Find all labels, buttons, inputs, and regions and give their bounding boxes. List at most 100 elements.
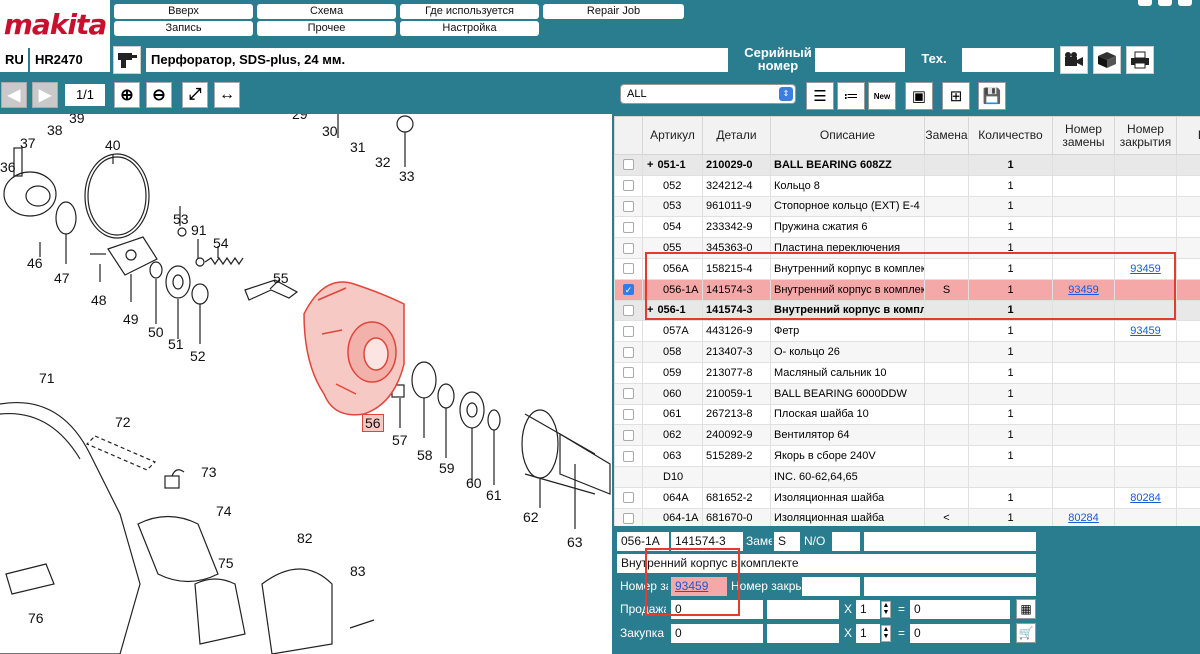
checkbox-cell[interactable] <box>614 195 643 218</box>
more-cell[interactable] <box>1176 320 1200 343</box>
drill-icon[interactable] <box>113 46 141 74</box>
table-row[interactable]: 053 961011-9 Стопорное кольцо (EXT) E-4 1 <box>614 195 1200 218</box>
col-header-part[interactable]: Детали <box>702 116 771 155</box>
col-header-more[interactable]: Пр <box>1176 116 1200 155</box>
replacement-no-cell[interactable] <box>1052 320 1115 343</box>
replacement-no-cell[interactable]: 80284 <box>1052 507 1115 526</box>
more-cell[interactable] <box>1176 257 1200 280</box>
col-header-closing-no[interactable]: Номер закрытия <box>1114 116 1177 155</box>
menu-other-button[interactable]: Прочее <box>257 21 396 36</box>
window-control-icon[interactable] <box>1138 0 1152 6</box>
zoom-out-button[interactable]: ⊖ <box>146 82 172 108</box>
callout-52[interactable]: 52 <box>190 348 206 364</box>
more-cell[interactable] <box>1176 195 1200 218</box>
table-row[interactable]: 062 240092-9 Вентилятор 64 1 <box>614 424 1200 447</box>
checkbox-cell[interactable] <box>614 299 643 322</box>
image-list-button[interactable]: ▣ <box>905 82 933 110</box>
callout-33[interactable]: 33 <box>399 168 415 184</box>
language-field[interactable]: RU <box>0 48 28 72</box>
callout-59[interactable]: 59 <box>439 460 455 476</box>
checkbox-cell[interactable] <box>614 341 643 363</box>
table-row[interactable]: 060 210059-1 BALL BEARING 6000DDW 1 <box>614 382 1200 405</box>
closing-no-cell[interactable] <box>1114 445 1177 467</box>
window-control-icon[interactable] <box>1158 0 1172 6</box>
replacement-no-cell[interactable] <box>1052 154 1115 176</box>
article-cell[interactable]: 061 <box>642 403 703 426</box>
callout-73[interactable]: 73 <box>201 464 217 480</box>
col-header-description[interactable]: Описание <box>770 116 925 155</box>
more-cell[interactable] <box>1176 465 1200 488</box>
checkbox-cell[interactable] <box>614 320 643 343</box>
table-row[interactable]: 064A 681652-2 Изоляционная шайба 1 80284 <box>614 486 1200 509</box>
row-checkbox[interactable] <box>623 221 634 233</box>
new-items-button[interactable]: New <box>868 82 896 110</box>
article-cell[interactable]: +051-1 <box>642 154 703 176</box>
callout-63[interactable]: 63 <box>567 534 583 550</box>
row-checkbox[interactable] <box>623 429 634 441</box>
callout-72[interactable]: 72 <box>115 414 131 430</box>
callout-74[interactable]: 74 <box>216 503 232 519</box>
col-header-replacement-no[interactable]: Номер замены <box>1052 116 1115 155</box>
callout-82[interactable]: 82 <box>297 530 313 546</box>
table-row[interactable]: 057A 443126-9 Фетр 1 93459 <box>614 320 1200 343</box>
table-row[interactable]: 054 233342-9 Пружина сжатия 6 1 <box>614 216 1200 239</box>
more-cell[interactable] <box>1176 278 1200 301</box>
printer-icon[interactable] <box>1126 46 1154 74</box>
list-view-button[interactable]: ☰ <box>806 82 834 110</box>
table-row[interactable]: 061 267213-8 Плоская шайба 10 1 <box>614 403 1200 426</box>
callout-38[interactable]: 38 <box>47 122 63 138</box>
article-cell[interactable]: 059 <box>642 361 703 384</box>
fit-page-button[interactable]: ⤢ <box>182 82 208 108</box>
row-checkbox[interactable] <box>623 159 634 171</box>
replacement-no-cell[interactable] <box>1052 465 1115 488</box>
row-checkbox[interactable] <box>623 180 634 192</box>
table-row[interactable]: 063 515289-2 Якорь в сборе 240V 1 <box>614 445 1200 467</box>
article-cell[interactable]: 058 <box>642 341 703 363</box>
detail-replacement-field[interactable]: S <box>774 532 800 551</box>
detail-no-field[interactable] <box>832 532 860 551</box>
article-cell[interactable]: 053 <box>642 195 703 218</box>
callout-62[interactable]: 62 <box>523 509 539 525</box>
closing-no-cell[interactable] <box>1114 216 1177 239</box>
detail-closing-no-field[interactable] <box>802 577 860 596</box>
article-cell[interactable]: 062 <box>642 424 703 447</box>
callout-30[interactable]: 30 <box>322 123 338 139</box>
checkbox-cell[interactable] <box>614 361 643 384</box>
replacement-no-cell[interactable] <box>1052 486 1115 509</box>
callout-58[interactable]: 58 <box>417 447 433 463</box>
col-header-article[interactable]: Артикул <box>642 116 703 155</box>
model-field[interactable]: HR2470 <box>30 48 110 72</box>
callout-36[interactable]: 36 <box>0 159 16 175</box>
fit-width-button[interactable]: ↔ <box>214 82 240 108</box>
replacement-no-cell[interactable] <box>1052 216 1115 239</box>
row-checkbox[interactable] <box>623 346 634 358</box>
callout-83[interactable]: 83 <box>350 563 366 579</box>
closing-no-cell[interactable] <box>1114 174 1177 197</box>
row-checkbox[interactable] <box>623 263 634 275</box>
checkbox-cell[interactable] <box>614 403 643 426</box>
prev-page-button[interactable]: ◀ <box>1 82 27 108</box>
sale-calculator-icon[interactable]: ▦ <box>1016 599 1036 619</box>
table-row[interactable]: 058 213407-3 О- кольцо 26 1 <box>614 341 1200 363</box>
checkbox-cell[interactable] <box>614 465 643 488</box>
more-cell[interactable] <box>1176 341 1200 363</box>
more-cell[interactable] <box>1176 486 1200 509</box>
callout-76[interactable]: 76 <box>28 610 44 626</box>
closing-no-link[interactable]: 80284 <box>1130 492 1161 504</box>
row-checkbox[interactable] <box>623 492 634 504</box>
replacement-no-cell[interactable] <box>1052 445 1115 467</box>
replacement-no-cell[interactable] <box>1052 174 1115 197</box>
closing-no-cell[interactable] <box>1114 403 1177 426</box>
checkbox-cell[interactable] <box>614 174 643 197</box>
replacement-no-cell[interactable] <box>1052 195 1115 218</box>
add-to-cart-button[interactable]: ⊞ <box>942 82 970 110</box>
callout-57[interactable]: 57 <box>392 432 408 448</box>
detail-extra-field-2[interactable] <box>864 577 1036 596</box>
article-cell[interactable]: 060 <box>642 382 703 405</box>
row-checkbox[interactable] <box>623 409 634 421</box>
checkbox-cell[interactable] <box>614 486 643 509</box>
article-cell[interactable]: 064-1A <box>642 507 703 526</box>
callout-29[interactable]: 29 <box>292 114 308 122</box>
package-box-icon[interactable] <box>1093 46 1121 74</box>
callout-50[interactable]: 50 <box>148 324 164 340</box>
